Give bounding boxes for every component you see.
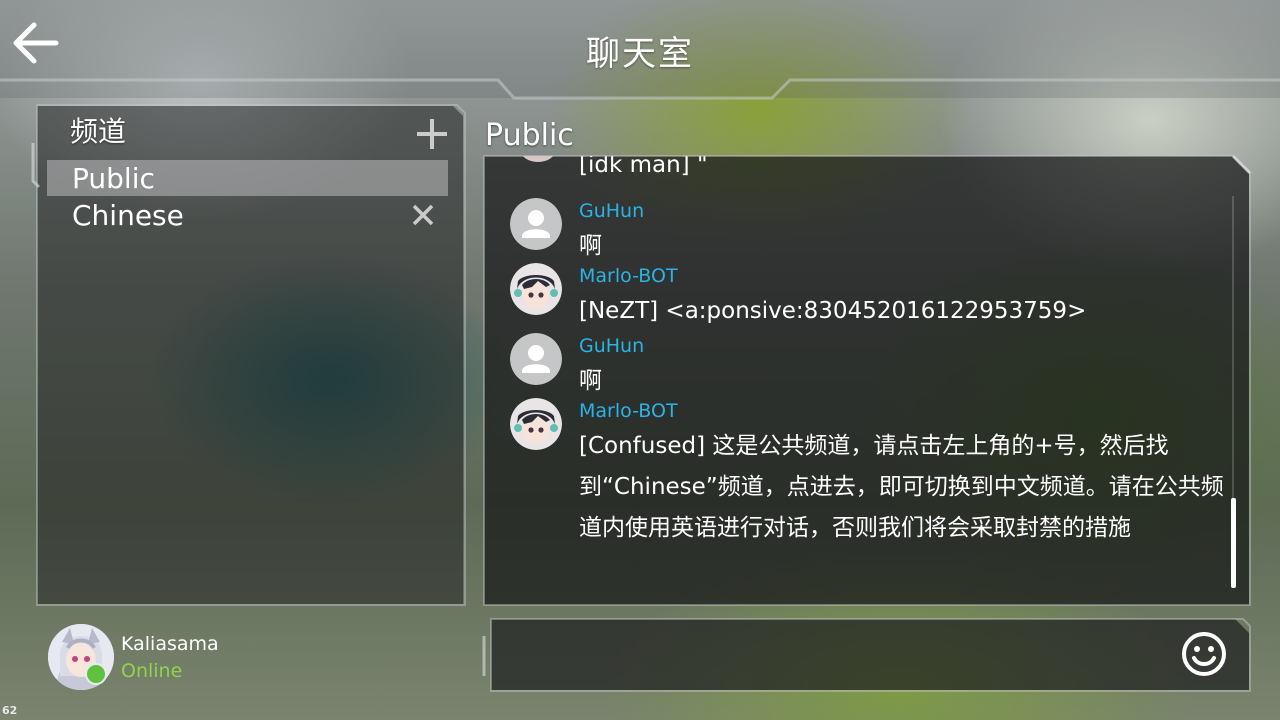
channel-label: Chinese <box>72 199 184 232</box>
page-title: 聊天室 <box>586 34 694 74</box>
avatar[interactable] <box>510 198 562 250</box>
smiley-icon <box>1182 632 1226 676</box>
add-channel-button[interactable] <box>412 114 452 154</box>
emoji-button[interactable] <box>1180 630 1228 678</box>
plus-icon <box>417 119 447 149</box>
message-author[interactable]: Marlo-BOT <box>579 265 678 287</box>
anime-avatar-icon <box>510 398 562 450</box>
scrollbar-thumb[interactable] <box>1231 498 1236 588</box>
fps-counter: 62 <box>2 704 18 717</box>
message-text: 啊 <box>579 233 602 259</box>
avatar <box>520 156 556 162</box>
user-name: Kaliasama <box>121 633 219 655</box>
message-text: 啊 <box>579 368 602 394</box>
chat-input[interactable] <box>500 626 1164 684</box>
user-status: Online <box>121 660 183 682</box>
anime-avatar-icon <box>510 263 562 315</box>
online-status-dot <box>85 663 107 685</box>
avatar[interactable] <box>510 263 562 315</box>
channel-item-public[interactable]: Public <box>47 160 448 196</box>
channel-item-chinese[interactable]: Chinese <box>47 197 448 233</box>
partial-message-text: [idk man] " <box>579 156 708 178</box>
channels-title: 频道 <box>70 115 127 148</box>
message-author[interactable]: GuHun <box>579 335 644 357</box>
channel-label: Public <box>72 162 155 195</box>
close-icon <box>412 204 434 226</box>
header-divider <box>0 78 1280 100</box>
message-text: [Confused] 这是公共频道，请点击左上角的+号，然后找到“Chinese… <box>579 433 1224 541</box>
close-channel-button[interactable] <box>410 202 436 228</box>
default-user-icon <box>510 198 562 250</box>
message-list[interactable]: [idk man] " GuHun 啊 Marlo-BOT [NeZT] <a:… <box>484 156 1249 605</box>
message-text: [NeZT] <a:ponsive:830452016122953759> <box>579 298 1087 324</box>
message-author[interactable]: Marlo-BOT <box>579 400 678 422</box>
chat-panel: [idk man] " GuHun 啊 Marlo-BOT [NeZT] <a:… <box>484 156 1249 605</box>
avatar[interactable] <box>510 333 562 385</box>
avatar[interactable] <box>510 398 562 450</box>
message-author[interactable]: GuHun <box>579 200 644 222</box>
default-user-icon <box>510 333 562 385</box>
chat-channel-title: Public <box>485 118 574 153</box>
